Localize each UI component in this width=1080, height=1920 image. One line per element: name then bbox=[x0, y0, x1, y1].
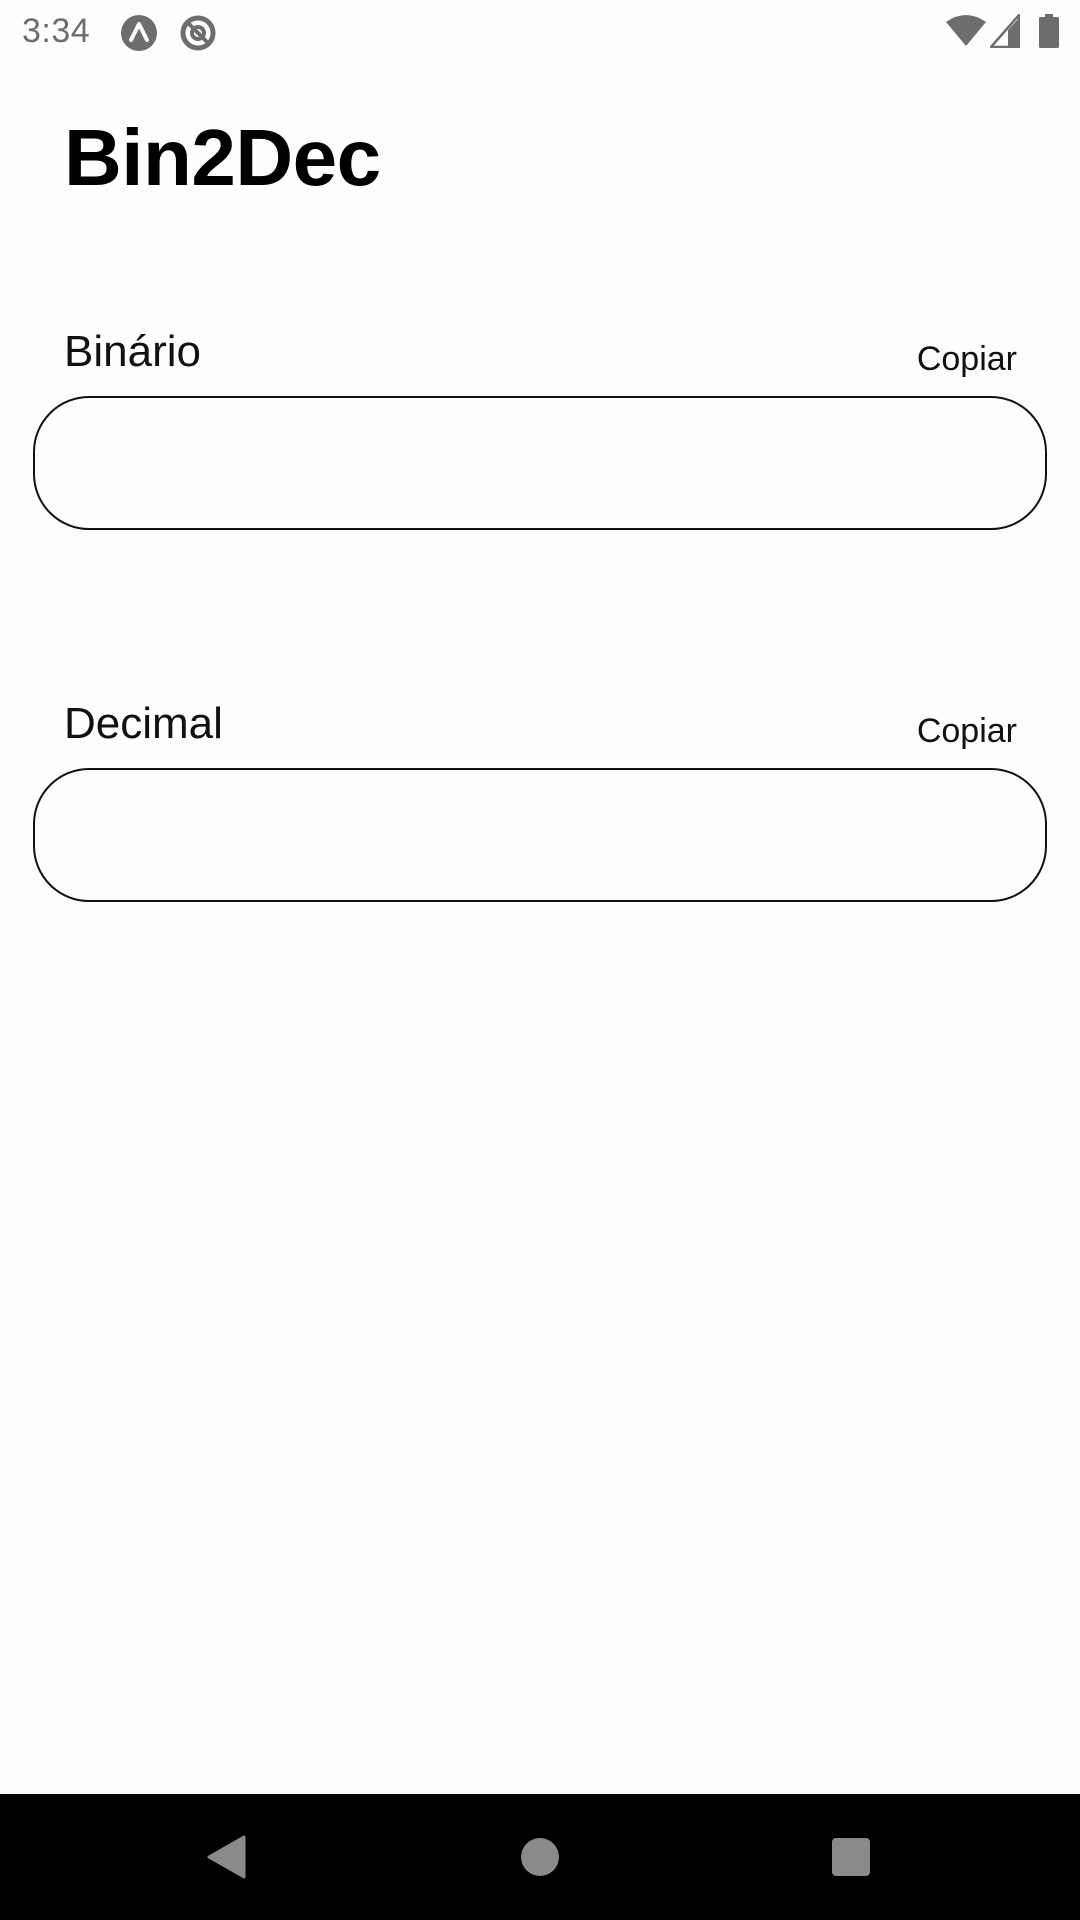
navigation-bar bbox=[0, 1794, 1080, 1920]
cellular-signal-icon bbox=[990, 14, 1020, 48]
back-icon bbox=[207, 1835, 246, 1879]
decimal-copy-button[interactable]: Copiar bbox=[917, 711, 1017, 751]
app-notification-icon bbox=[121, 15, 157, 51]
binary-copy-button[interactable]: Copiar bbox=[917, 339, 1017, 379]
recents-icon bbox=[832, 1838, 870, 1876]
decimal-input[interactable] bbox=[33, 768, 1047, 902]
sync-disabled-icon bbox=[180, 15, 216, 51]
nav-back-button[interactable] bbox=[156, 1794, 296, 1920]
status-time: 3:34 bbox=[22, 12, 91, 50]
nav-home-button[interactable] bbox=[470, 1794, 610, 1920]
binary-label: Binário bbox=[64, 327, 201, 376]
battery-icon bbox=[1039, 14, 1059, 48]
binary-input[interactable] bbox=[33, 396, 1047, 530]
app-title: Bin2Dec bbox=[64, 113, 381, 202]
home-icon bbox=[521, 1838, 559, 1876]
decimal-label: Decimal bbox=[64, 699, 223, 748]
status-bar: 3:34 bbox=[0, 0, 1080, 63]
nav-recents-button[interactable] bbox=[781, 1794, 921, 1920]
wifi-icon bbox=[946, 15, 986, 46]
